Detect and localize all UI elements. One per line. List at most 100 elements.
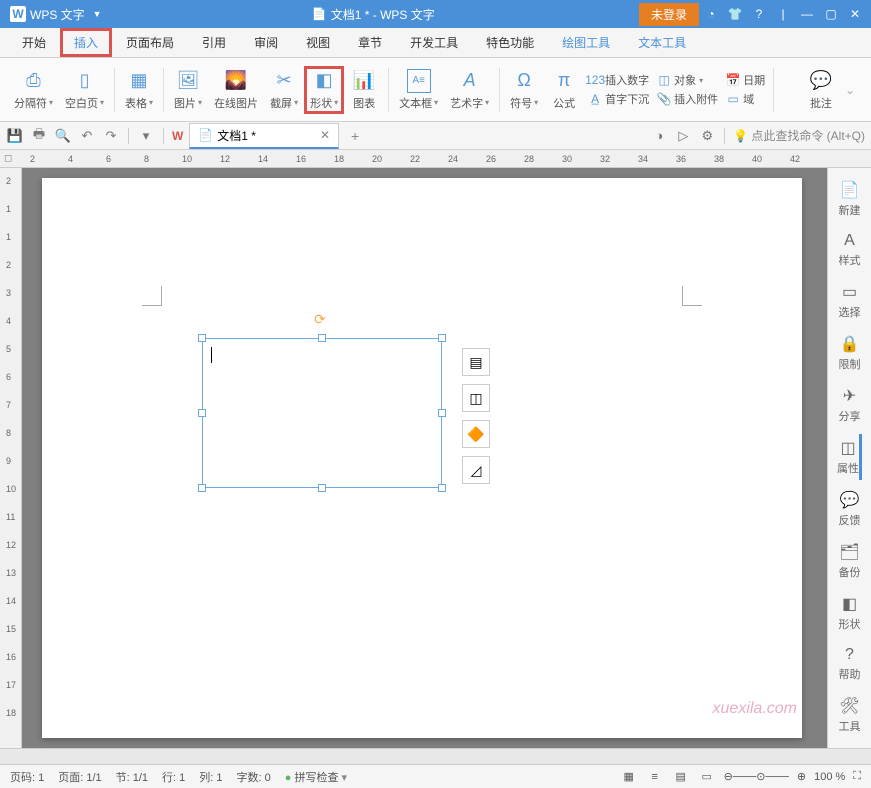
document-page[interactable]: ⟳ ▤ ◫ 🔶 ◿	[42, 178, 802, 738]
help-icon[interactable]: ?	[747, 2, 771, 26]
resize-handle-tl[interactable]	[198, 334, 206, 342]
menu-icon[interactable]: ▾	[137, 127, 155, 145]
play-icon[interactable]: ▷	[674, 127, 692, 145]
undo-icon[interactable]: ↶	[78, 127, 96, 145]
tab-dev-tools[interactable]: 开发工具	[396, 28, 472, 57]
textbox-button[interactable]: A≡文本框▾	[393, 67, 444, 113]
tab-section[interactable]: 章节	[344, 28, 396, 57]
insert-number-button[interactable]: 123插入数字	[588, 71, 649, 89]
zoom-in-button[interactable]: ⊕	[797, 770, 806, 783]
blank-page-button[interactable]: ▯空白页▾	[59, 67, 110, 113]
sidebar-item-restrict[interactable]: 🔒限制	[839, 330, 861, 376]
print-icon[interactable]: 🖶	[30, 127, 48, 145]
resize-handle-tm[interactable]	[318, 334, 326, 342]
online-picture-button[interactable]: 🌄在线图片	[208, 67, 264, 113]
equation-button[interactable]: π公式	[544, 67, 584, 113]
view-web-icon[interactable]: ▤	[672, 768, 690, 786]
cloud-icon[interactable]: ◑	[650, 127, 668, 145]
sidebar-item-backup[interactable]: 🗂备份	[839, 538, 861, 584]
tab-text-tools[interactable]: 文本工具	[624, 28, 700, 57]
close-tab-icon[interactable]: ✕	[320, 128, 330, 142]
sidebar-item-shape[interactable]: ◧形状	[839, 590, 861, 636]
wps-badge-icon[interactable]: W	[172, 129, 183, 143]
fullscreen-icon[interactable]: ⛶	[853, 770, 861, 783]
screenshot-button[interactable]: ✂截屏▾	[264, 67, 304, 113]
login-button[interactable]: 未登录	[639, 3, 699, 26]
status-col[interactable]: 列: 1	[199, 769, 222, 785]
command-search[interactable]: 💡 点此查找命令 (Alt+Q)	[733, 127, 865, 144]
picture-button[interactable]: 🖼图片▾	[168, 67, 208, 113]
tab-page-layout[interactable]: 页面布局	[112, 28, 188, 57]
separator-button[interactable]: ⎙分隔符▾	[8, 67, 59, 113]
maximize-icon[interactable]: ▢	[819, 2, 843, 26]
app-brand[interactable]: W WPS 文字 ▼	[4, 6, 108, 23]
resize-handle-mr[interactable]	[438, 409, 446, 417]
comment-button[interactable]: 💬批注	[801, 67, 841, 113]
status-page-num[interactable]: 页面: 1/1	[58, 769, 101, 785]
object-button[interactable]: ◫对象▾	[657, 71, 718, 89]
view-outline-icon[interactable]: ≡	[646, 768, 664, 786]
view-page-icon[interactable]: ▦	[620, 768, 638, 786]
tshirt-icon[interactable]: 👕	[723, 2, 747, 26]
sidebar-item-style[interactable]: A样式	[839, 228, 861, 272]
resize-handle-ml[interactable]	[198, 409, 206, 417]
sidebar-item-feedback[interactable]: 💬反馈	[839, 486, 861, 532]
add-tab-button[interactable]: +	[351, 128, 359, 144]
shapes-button[interactable]: ◧形状▾	[304, 66, 344, 114]
close-icon[interactable]: ✕	[843, 2, 867, 26]
shape-fill-button[interactable]: 🔶	[462, 420, 490, 448]
status-words[interactable]: 字数: 0	[237, 769, 271, 785]
symbol-button[interactable]: Ω符号▾	[504, 67, 544, 113]
document-tab[interactable]: 📄 文档1 * ✕	[189, 123, 339, 149]
expand-icon[interactable]: ⌄	[845, 83, 855, 97]
wordart-button[interactable]: A艺术字▾	[444, 67, 495, 113]
zoom-out-button[interactable]: ⊖───⊙───	[724, 770, 789, 783]
resize-handle-bm[interactable]	[318, 484, 326, 492]
tab-review[interactable]: 审阅	[240, 28, 292, 57]
horizontal-scrollbar[interactable]	[0, 748, 871, 764]
sidebar-item-properties[interactable]: ◫属性	[837, 434, 862, 480]
view-read-icon[interactable]: ▭	[698, 768, 716, 786]
redo-icon[interactable]: ↷	[102, 127, 120, 145]
tab-features[interactable]: 特色功能	[472, 28, 548, 57]
drop-cap-button[interactable]: A̲首字下沉	[588, 90, 649, 108]
tab-drawing-tools[interactable]: 绘图工具	[548, 28, 624, 57]
preview-icon[interactable]: 🔍	[54, 127, 72, 145]
vertical-ruler[interactable]: 21123456789101112131415161718	[0, 168, 22, 748]
horizontal-ruler[interactable]: ◻ 24681012141618202224262830323436384042	[0, 150, 871, 168]
sidebar-item-help[interactable]: ?帮助	[839, 642, 861, 686]
resize-handle-bl[interactable]	[198, 484, 206, 492]
settings-icon[interactable]: ⚙	[698, 127, 716, 145]
resize-handle-br[interactable]	[438, 484, 446, 492]
chart-button[interactable]: 📊图表	[344, 67, 384, 113]
status-page-code[interactable]: 页码: 1	[10, 769, 44, 785]
status-line[interactable]: 行: 1	[162, 769, 185, 785]
tab-start[interactable]: 开始	[8, 28, 60, 57]
resize-handle-tr[interactable]	[438, 334, 446, 342]
status-spell[interactable]: ● 拼写检查 ▾	[285, 769, 347, 785]
date-button[interactable]: 📅日期	[726, 71, 765, 89]
table-button[interactable]: ▦表格▾	[119, 67, 159, 113]
rotate-handle[interactable]: ⟳	[314, 311, 330, 327]
shape-option-2[interactable]: ◫	[462, 384, 490, 412]
zoom-level[interactable]: 100 %	[814, 771, 845, 783]
skin-icon[interactable]: ◔	[699, 2, 723, 26]
chevron-down-icon[interactable]: ▼	[93, 9, 102, 19]
sidebar-item-tools[interactable]: 🛠工具	[839, 692, 861, 738]
tab-insert[interactable]: 插入	[60, 28, 112, 57]
textbox-shape[interactable]: ⟳	[202, 338, 442, 488]
shape-outline-button[interactable]: ◿	[462, 456, 490, 484]
page-scroll[interactable]: ⟳ ▤ ◫ 🔶 ◿ xuexila.com	[22, 168, 827, 748]
field-button[interactable]: ▭域	[726, 90, 765, 108]
doc-tab-icon: 📄	[198, 128, 213, 142]
sidebar-item-new[interactable]: 📄新建	[839, 176, 861, 222]
sidebar-item-share[interactable]: ✈分享	[839, 382, 861, 428]
sidebar-item-select[interactable]: ▭选择	[839, 278, 861, 324]
shape-option-1[interactable]: ▤	[462, 348, 490, 376]
tab-view[interactable]: 视图	[292, 28, 344, 57]
tab-reference[interactable]: 引用	[188, 28, 240, 57]
minimize-icon[interactable]: —	[795, 2, 819, 26]
attach-button[interactable]: 📎插入附件	[657, 90, 718, 108]
status-section[interactable]: 节: 1/1	[116, 769, 148, 785]
save-icon[interactable]: 💾	[6, 127, 24, 145]
